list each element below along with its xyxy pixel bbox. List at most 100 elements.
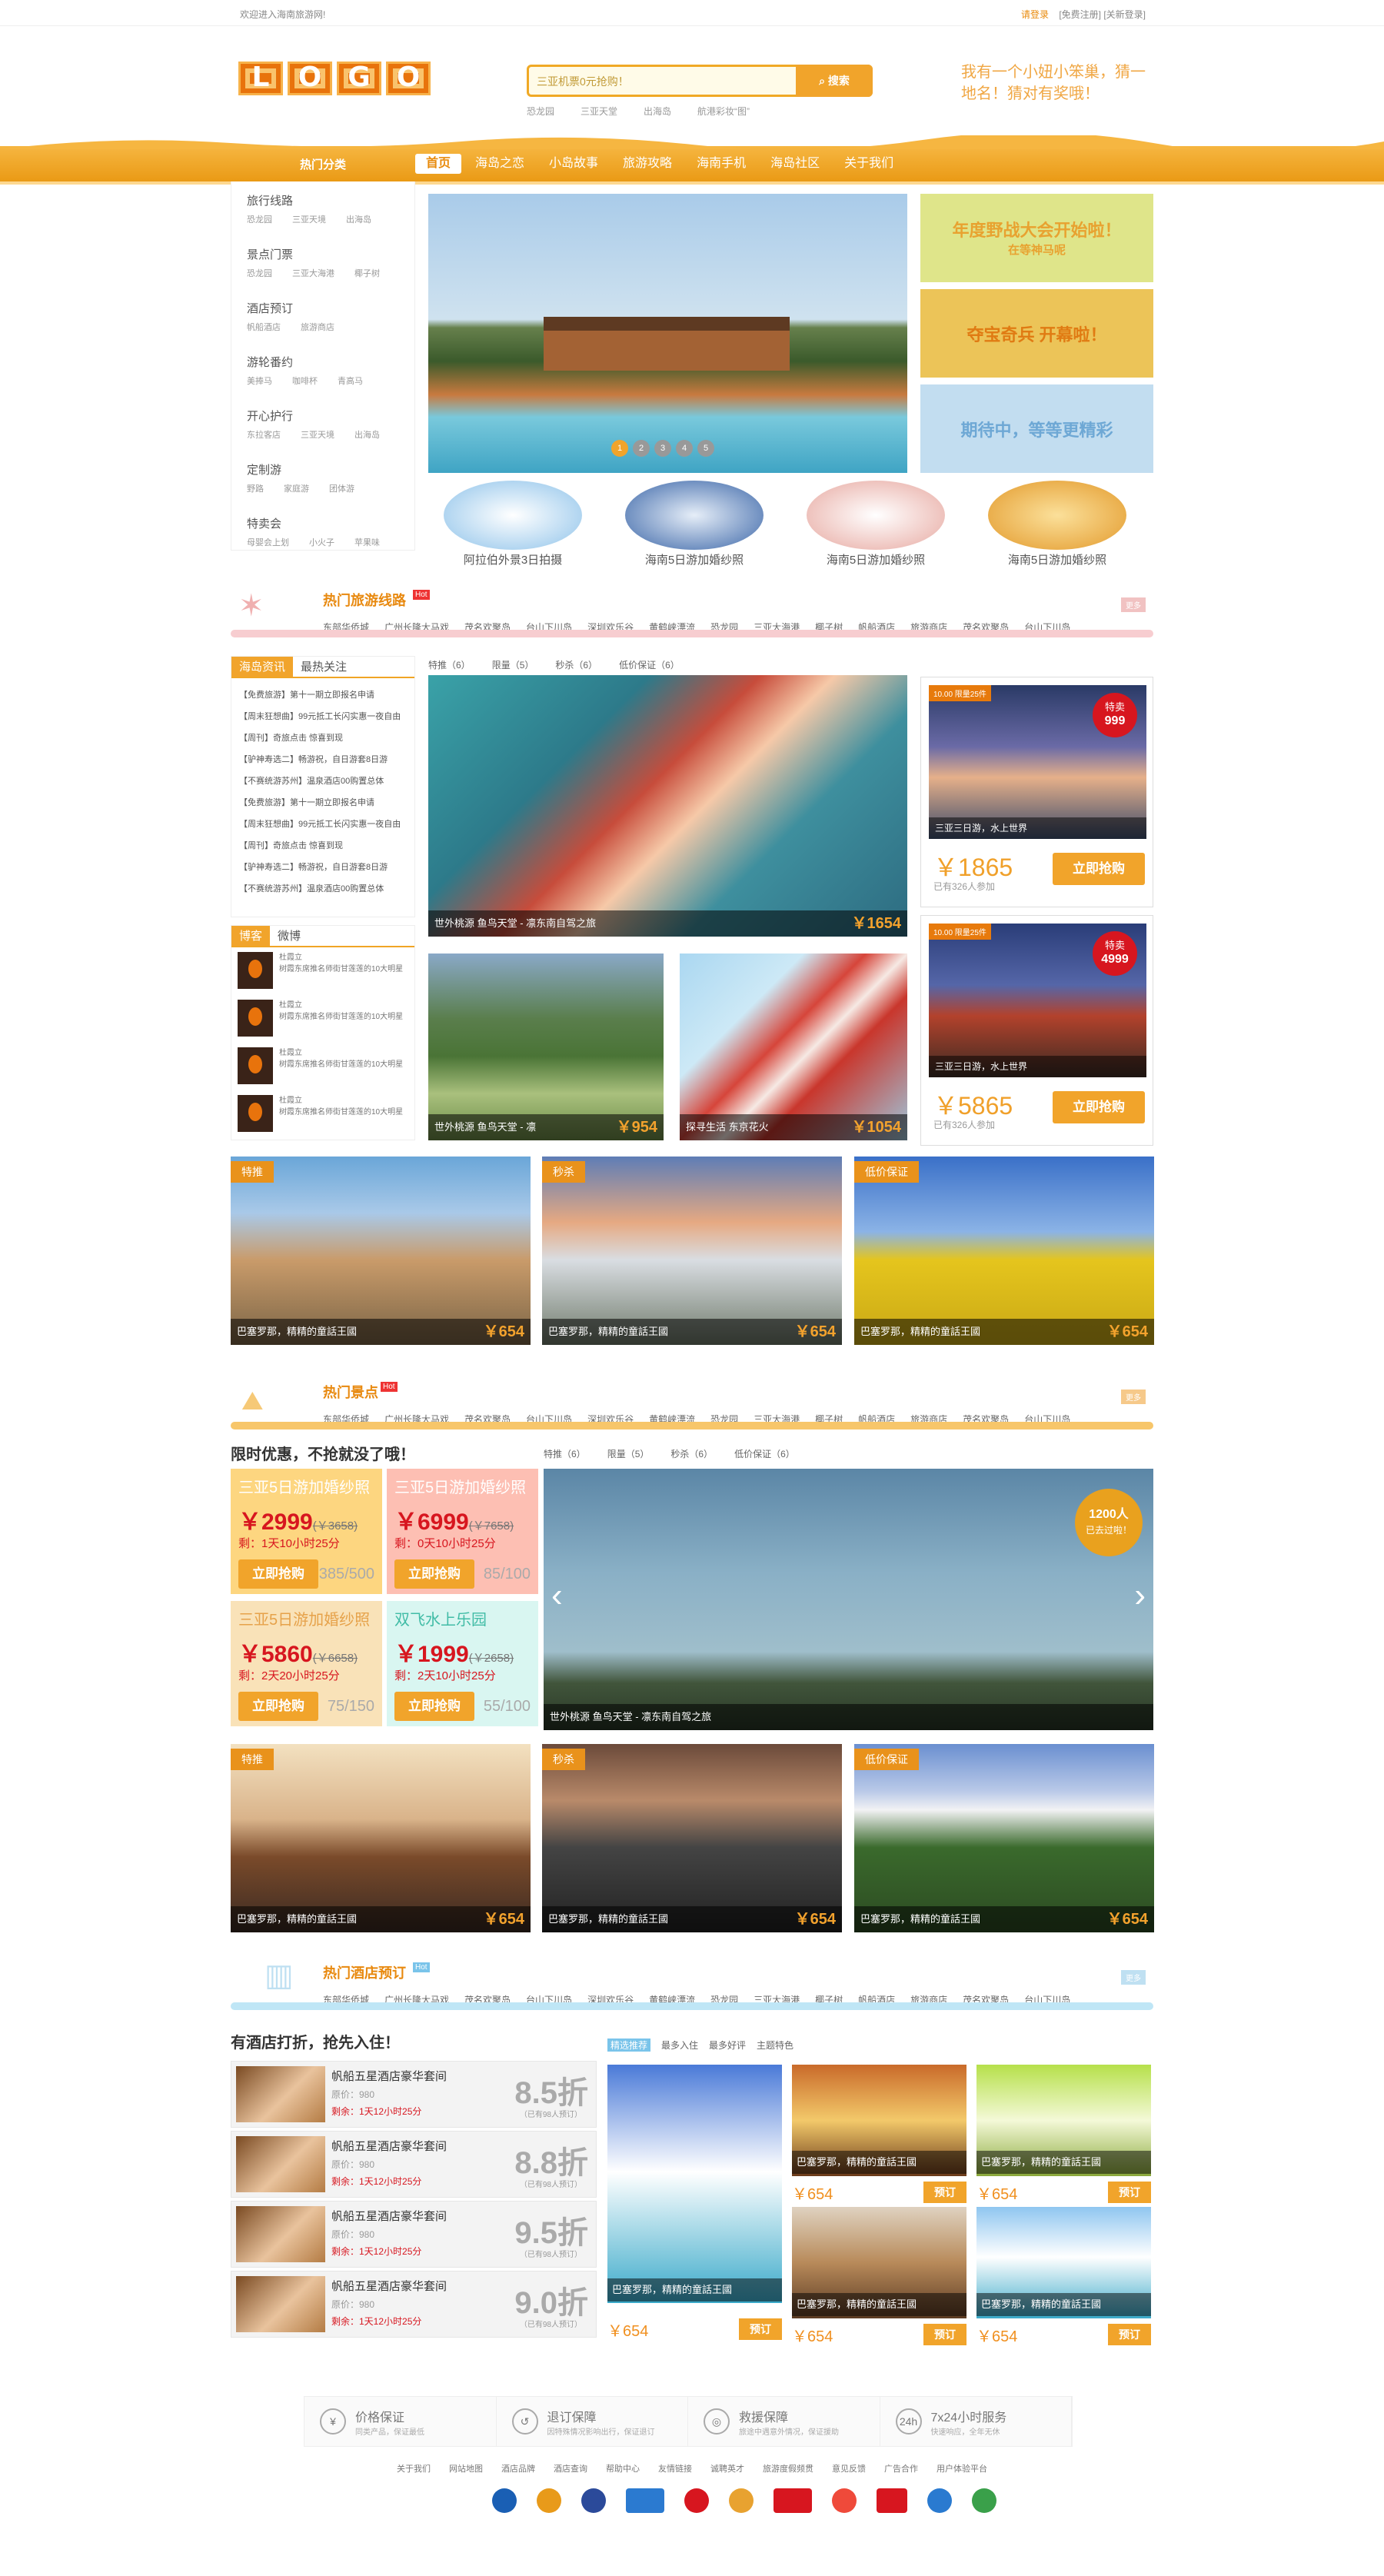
cert-badge-icon[interactable] [492,2488,517,2513]
nav-item-home[interactable]: 首页 [415,154,462,174]
blog-item[interactable]: 杜霞立 树霞东席推名师街甘莲莲的10大明星 [231,1090,414,1138]
tile-image[interactable]: 世外桃源 鱼鸟天堂 - 凛 ￥954 [428,954,664,1140]
cert-badge-icon[interactable] [774,2488,812,2513]
filter-tab[interactable]: 特推（6） [428,658,471,671]
promo-card[interactable]: 低价保证 巴塞罗那，精精的童話王國 ￥654 [854,1157,1154,1345]
blog-item[interactable]: 杜霞立 树霞东席推名师街甘莲莲的10大明星 [231,947,414,995]
hotel-card[interactable]: 巴塞罗那，精精的童話王國 ￥654 预订 [607,2065,782,2349]
hotel-card[interactable]: 巴塞罗那，精精的童話王國 ￥654 预订 [976,2207,1151,2365]
more-link[interactable]: 更多 [1121,1970,1146,1985]
footer-link[interactable]: 意见反馈 [832,2465,866,2474]
cert-badge-icon[interactable] [537,2488,561,2513]
filter-tab[interactable]: 特推（6） [544,1447,586,1460]
category-sub[interactable]: 三亚大海港 [292,267,334,279]
filter-tab[interactable]: 秒杀（6） [555,658,597,671]
filter-tab[interactable]: 限量（5） [492,658,534,671]
promo-banner[interactable]: 夺宝奇兵 开幕啦！ [920,289,1153,378]
category-sub[interactable]: 出海岛 [346,213,371,225]
category-sub[interactable]: 团体游 [329,482,354,494]
buy-now-button[interactable]: 立即抢购 [394,1559,474,1589]
book-button[interactable]: 预订 [739,2318,782,2340]
category-sub[interactable]: 椰子树 [354,267,380,279]
chevron-right-icon[interactable]: › [1134,1576,1146,1615]
news-item[interactable]: 【不赛统游苏州】温泉酒店00购置总体 [239,878,407,900]
book-button[interactable]: 预订 [923,2324,966,2345]
photo-slider[interactable]: ‹ › 1200人 已去过啦！ 世外桃源 鱼鸟天堂 - 凛东南自驾之旅 [544,1469,1153,1730]
hotel-tab[interactable]: 最多好评 [709,2039,746,2052]
category-title[interactable]: 景点门票 [247,246,401,262]
more-link[interactable]: 更多 [1121,1390,1146,1404]
news-item[interactable]: 【免费旅游】第十一期立即报名申请 [239,684,407,706]
category-title[interactable]: 酒店预订 [247,300,401,316]
blog-item[interactable]: 杜霞立 树霞东席推名师街甘莲莲的10大明星 [231,995,414,1043]
hotel-row[interactable]: 帆船五星酒店豪华套间 原价：980 剩余：1天12小时25分 9.0折 （已有98人预订… [231,2271,597,2338]
footer-link[interactable]: 网站地图 [449,2465,483,2474]
nav-category[interactable]: 热门分类 [231,156,415,172]
news-item[interactable]: 【周末狂想曲】99元抵工长闪实惠一夜自由 [239,706,407,727]
category-sub[interactable]: 母婴会上划 [247,536,289,548]
cert-badge-icon[interactable] [877,2488,907,2513]
hot-word[interactable]: 出海岛 [644,105,671,118]
register-link[interactable]: [免费注册] [1059,9,1101,20]
thumb-item[interactable]: 海南5日游加婚纱照 [791,481,960,571]
promo-card[interactable]: 特推 巴塞罗那，精精的童話王國 ￥654 [231,1157,531,1345]
category-sub[interactable]: 青高马 [338,374,363,387]
carousel-dot[interactable]: 3 [654,440,671,457]
search-button[interactable]: ⌕ 搜索 [796,65,873,97]
promo-banner[interactable]: 年度野战大会开始啦！ 在等神马呢 [920,194,1153,282]
hotel-row[interactable]: 帆船五星酒店豪华套间 原价：980 剩余：1天12小时25分 8.8折 （已有98人预订… [231,2131,597,2198]
category-sub[interactable]: 出海岛 [354,428,380,441]
footer-link[interactable]: 广告合作 [884,2465,918,2474]
cert-badge-icon[interactable] [684,2488,709,2513]
promo-card[interactable]: 特推 巴塞罗那，精精的童話王國 ￥654 [231,1744,531,1932]
news-item[interactable]: 【周刊】奇旅点击 惊喜到现 [239,835,407,857]
hot-word[interactable]: 航港彩妆“图” [697,105,750,118]
site-logo[interactable]: L O G O [238,62,434,100]
hotel-tab[interactable]: 精选推荐 [607,2039,651,2052]
nav-item[interactable]: 旅游攻略 [612,154,683,174]
nav-item[interactable]: 小岛故事 [538,154,609,174]
nav-item[interactable]: 海岛社区 [760,154,830,174]
category-sub[interactable]: 旅游商店 [301,321,334,333]
carousel-dot[interactable]: 4 [676,440,693,457]
category-title[interactable]: 开心护行 [247,408,401,424]
cert-badge-icon[interactable] [729,2488,754,2513]
carousel-dot[interactable]: 2 [633,440,650,457]
footer-link[interactable]: 旅游度假频贯 [763,2465,813,2474]
tab-hot[interactable]: 最热关注 [293,657,354,677]
category-title[interactable]: 游轮番约 [247,354,401,370]
buy-now-button[interactable]: 立即抢购 [394,1692,474,1721]
thumb-item[interactable]: 海南5日游加婚纱照 [973,481,1142,571]
category-sub[interactable]: 恐龙园 [247,267,272,279]
promo-card[interactable]: 低价保证 巴塞罗那，精精的童話王國 ￥654 [854,1744,1154,1932]
tab-blog[interactable]: 博客 [231,926,271,946]
tab-news[interactable]: 海岛资讯 [231,657,294,677]
category-sub[interactable]: 三亚天境 [301,428,334,441]
news-item[interactable]: 【不赛统游苏州】温泉酒店00购置总体 [239,770,407,792]
category-sub[interactable]: 苹果味 [354,536,380,548]
nav-item[interactable]: 海岛之恋 [464,154,535,174]
nav-item[interactable]: 关于我们 [833,154,904,174]
news-item[interactable]: 【免费旅游】第十一期立即报名申请 [239,792,407,814]
filter-tab[interactable]: 低价保证（6） [619,658,680,671]
footer-link[interactable]: 酒店品牌 [501,2465,535,2474]
hot-word[interactable]: 三亚天堂 [581,105,617,118]
login-link[interactable]: 请登录 [1021,9,1049,20]
footer-link[interactable]: 用户体验平台 [937,2465,987,2474]
filter-tab[interactable]: 低价保证（6） [734,1447,795,1460]
book-button[interactable]: 预订 [923,2182,966,2203]
hotel-card[interactable]: 巴塞罗那，精精的童話王國 ￥654 预订 [976,2065,1151,2222]
category-sub[interactable]: 咖啡杯 [292,374,318,387]
promo-card[interactable]: 秒杀 巴塞罗那，精精的童話王國 ￥654 [542,1157,842,1345]
book-button[interactable]: 预订 [1108,2182,1151,2203]
buy-now-button[interactable]: 立即抢购 [238,1559,318,1589]
footer-link[interactable]: 帮助中心 [606,2465,640,2474]
category-title[interactable]: 定制游 [247,461,401,478]
news-item[interactable]: 【周刊】奇旅点击 惊喜到现 [239,727,407,749]
carousel-dot[interactable]: 5 [697,440,714,457]
alipay-icon[interactable] [626,2488,664,2513]
category-title[interactable]: 特卖会 [247,515,401,531]
hotel-row[interactable]: 帆船五星酒店豪华套间 原价：980 剩余：1天12小时25分 9.5折 （已有98人预订… [231,2201,597,2268]
news-item[interactable]: 【驴神寿选二】畅游祝，自日游套8日游 [239,857,407,878]
cert-badge-icon[interactable] [581,2488,606,2513]
